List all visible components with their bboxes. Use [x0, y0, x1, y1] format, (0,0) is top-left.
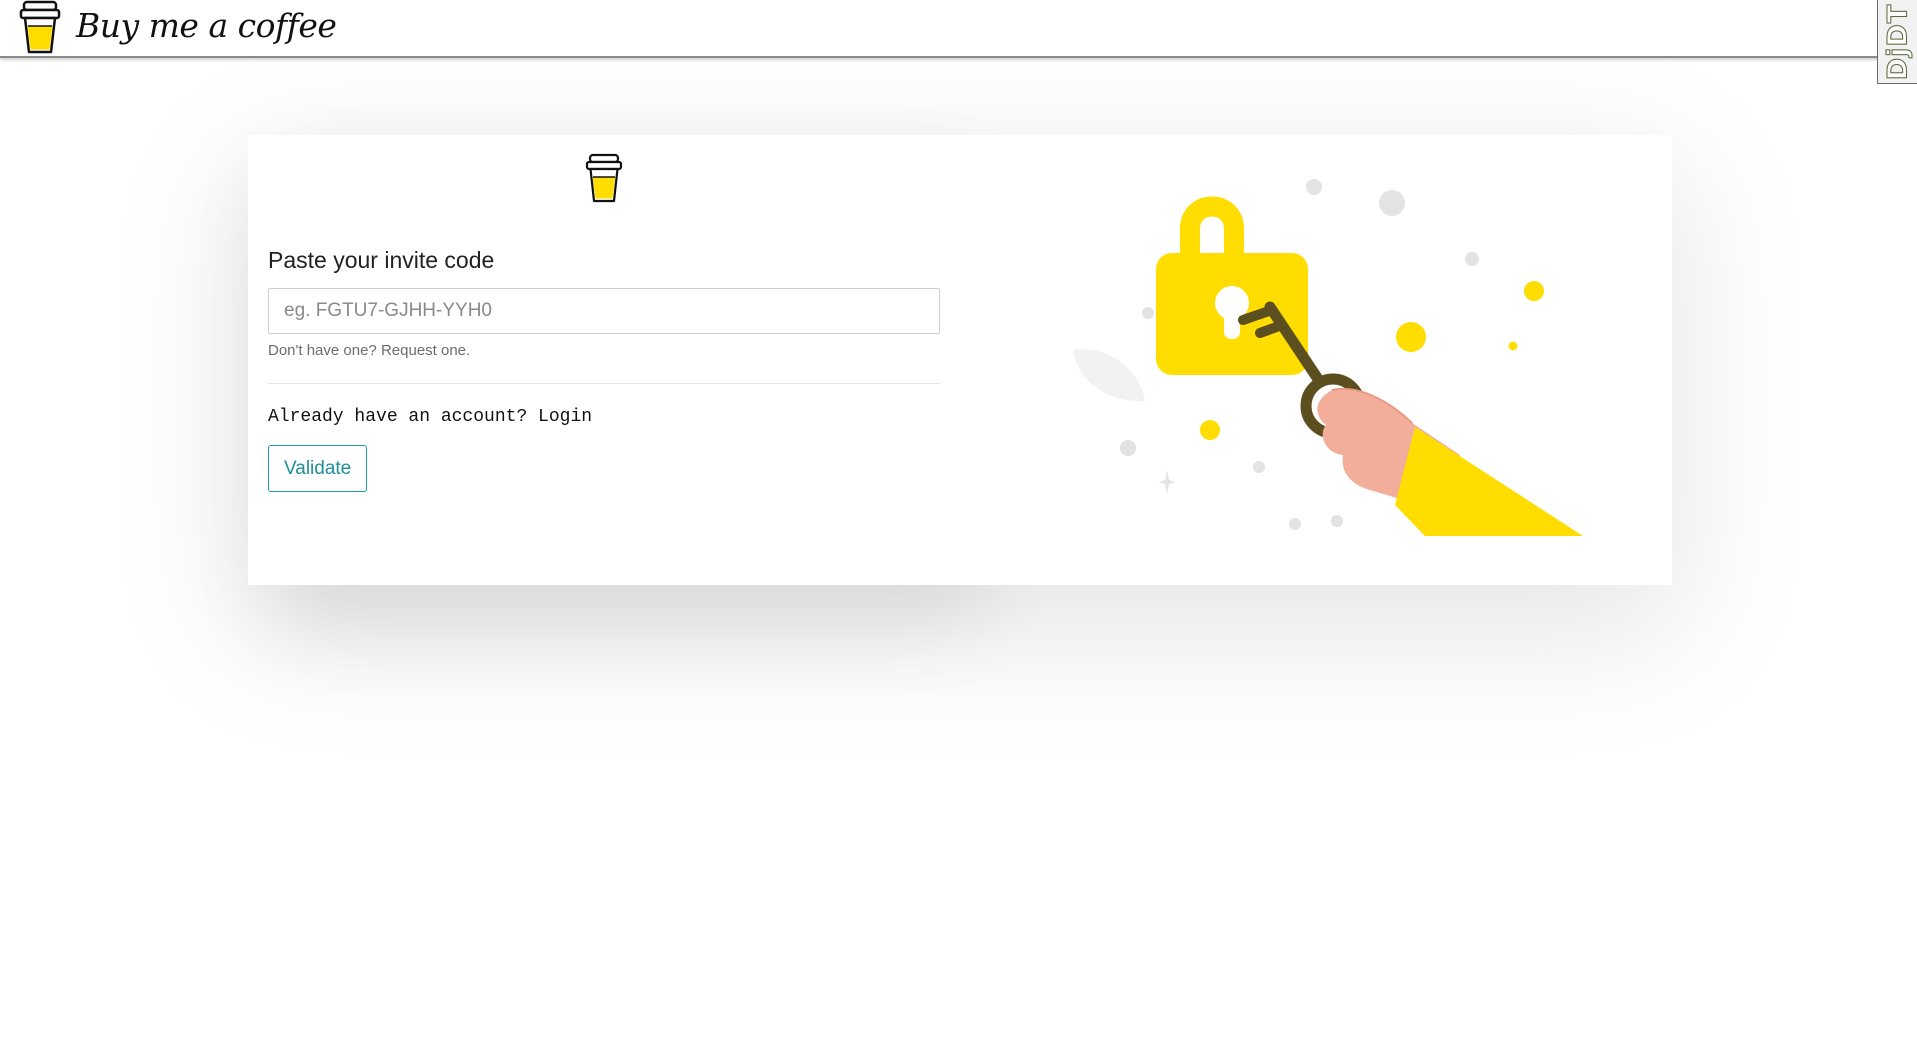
- request-invite-prefix: Don't have one?: [268, 342, 381, 359]
- invite-heading: Paste your invite code: [268, 247, 495, 273]
- validate-button[interactable]: Validate: [268, 445, 368, 492]
- request-invite-link[interactable]: Request one.: [381, 342, 470, 359]
- form-divider: [268, 383, 940, 384]
- top-navbar: Buy me a coffee: [0, 0, 1917, 58]
- brand-link[interactable]: Buy me a coffee: [18, 0, 337, 56]
- illustration-panel: [960, 135, 1672, 585]
- leaf-icon: [1073, 349, 1145, 402]
- coffee-cup-icon: [585, 153, 623, 203]
- invite-form-panel: Paste your invite code Don't have one? R…: [248, 135, 960, 585]
- login-prompt: Already have an account? Login: [268, 407, 592, 427]
- invite-code-input[interactable]: [268, 288, 940, 334]
- invite-card: Paste your invite code Don't have one? R…: [248, 135, 1672, 585]
- login-prompt-prefix: Already have an account?: [268, 407, 539, 427]
- hand-icon: [1317, 388, 1583, 536]
- padlock-icon: [1156, 196, 1308, 375]
- brand-name: Buy me a coffee: [76, 5, 337, 45]
- debug-toolbar-label: DjDT: [1882, 3, 1914, 81]
- debug-toolbar-handle[interactable]: DjDT: [1877, 0, 1917, 84]
- lock-key-illustration: [1073, 179, 1583, 536]
- coffee-cup-icon: [19, 0, 61, 54]
- login-link[interactable]: Login: [538, 407, 592, 427]
- request-invite-text: Don't have one? Request one.: [268, 342, 470, 359]
